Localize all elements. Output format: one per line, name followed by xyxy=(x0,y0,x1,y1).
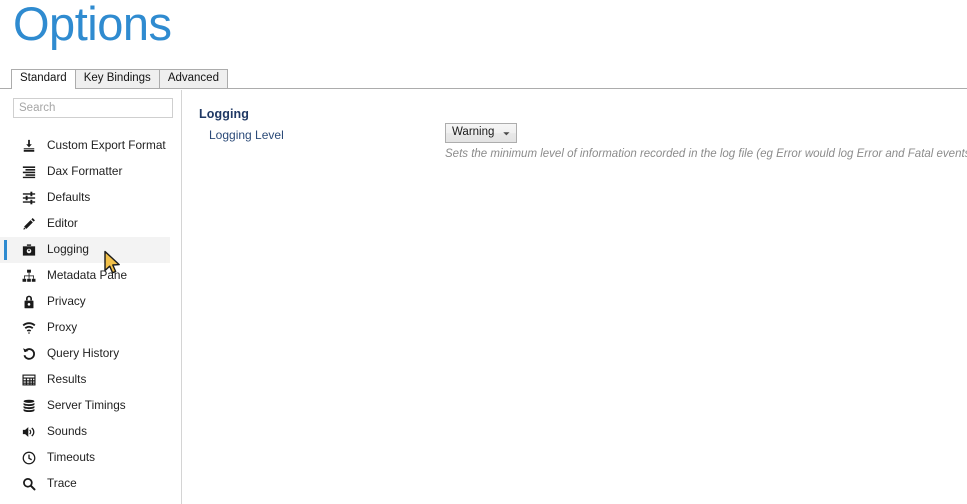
sidebar-item-label: Timeouts xyxy=(47,450,96,465)
logging-level-value: Warning xyxy=(452,126,495,139)
format-lines-icon xyxy=(20,163,38,181)
tab-standard[interactable]: Standard xyxy=(11,69,76,89)
sidebar-item-label: Metadata Pane xyxy=(47,268,128,283)
logging-level-label: Logging Level xyxy=(209,128,284,142)
tab-standard-label: Standard xyxy=(20,72,67,85)
sidebar-item-label: Trace xyxy=(47,476,77,491)
sidebar-item-logging[interactable]: Logging xyxy=(0,237,170,263)
chevron-down-icon: ▾ xyxy=(503,129,510,137)
logging-level-help-text: Sets the minimum level of information re… xyxy=(445,148,967,160)
sidebar-item-label: Defaults xyxy=(47,190,91,205)
sidebar-item-editor[interactable]: Editor xyxy=(0,211,170,237)
sliders-icon xyxy=(20,189,38,207)
sidebar-item-label: Proxy xyxy=(47,320,78,335)
page-title: Options xyxy=(13,0,172,50)
sidebar-item-label: Dax Formatter xyxy=(47,164,123,179)
tab-key-bindings[interactable]: Key Bindings xyxy=(74,69,160,88)
wifi-icon xyxy=(20,319,38,337)
options-sidebar: Custom Export Format Dax Formatter xyxy=(0,89,181,504)
sidebar-item-metadata-pane[interactable]: Metadata Pane xyxy=(0,263,170,289)
grid-icon xyxy=(20,371,38,389)
hierarchy-icon xyxy=(20,267,38,285)
sidebar-item-custom-export-format[interactable]: Custom Export Format xyxy=(0,133,170,159)
clock-icon xyxy=(20,449,38,467)
sidebar-item-sounds[interactable]: Sounds xyxy=(0,419,170,445)
sidebar-item-label: Sounds xyxy=(47,424,88,439)
sidebar-item-label: Query History xyxy=(47,346,120,361)
tab-advanced-label: Advanced xyxy=(167,72,219,85)
selection-indicator xyxy=(4,240,7,260)
section-heading-logging: Logging xyxy=(199,107,249,121)
sidebar-item-proxy[interactable]: Proxy xyxy=(0,315,170,341)
database-icon xyxy=(20,397,38,415)
sidebar-nav-list: Custom Export Format Dax Formatter Defau… xyxy=(0,133,170,497)
sidebar-item-label: Logging xyxy=(47,242,89,257)
sidebar-item-timeouts[interactable]: Timeouts xyxy=(0,445,170,471)
options-content-panel: Logging Logging Level Warning ▾ Sets the… xyxy=(182,90,967,504)
pencil-icon xyxy=(20,215,38,233)
sidebar-item-defaults[interactable]: Defaults xyxy=(0,185,170,211)
tab-strip: Standard Key Bindings Advanced xyxy=(0,69,967,89)
search-input[interactable] xyxy=(13,98,173,118)
sidebar-item-label: Server Timings xyxy=(47,398,126,413)
speaker-icon xyxy=(20,423,38,441)
sidebar-item-label: Results xyxy=(47,372,87,387)
sidebar-item-results[interactable]: Results xyxy=(0,367,170,393)
sidebar-item-privacy[interactable]: Privacy xyxy=(0,289,170,315)
logging-level-dropdown[interactable]: Warning ▾ xyxy=(445,123,517,143)
sidebar-item-dax-formatter[interactable]: Dax Formatter xyxy=(0,159,170,185)
tab-key-bindings-label: Key Bindings xyxy=(83,72,151,85)
history-icon xyxy=(20,345,38,363)
sidebar-item-label: Privacy xyxy=(47,294,86,309)
lock-icon xyxy=(20,293,38,311)
tab-list: Standard Key Bindings Advanced xyxy=(11,69,228,89)
tab-advanced[interactable]: Advanced xyxy=(158,69,228,88)
sidebar-item-label: Custom Export Format xyxy=(47,138,166,153)
export-icon xyxy=(20,137,38,155)
camera-icon xyxy=(20,241,38,259)
sidebar-item-query-history[interactable]: Query History xyxy=(0,341,170,367)
sidebar-item-label: Editor xyxy=(47,216,78,231)
magnifier-icon xyxy=(20,475,38,493)
sidebar-item-trace[interactable]: Trace xyxy=(0,471,170,497)
sidebar-item-server-timings[interactable]: Server Timings xyxy=(0,393,170,419)
